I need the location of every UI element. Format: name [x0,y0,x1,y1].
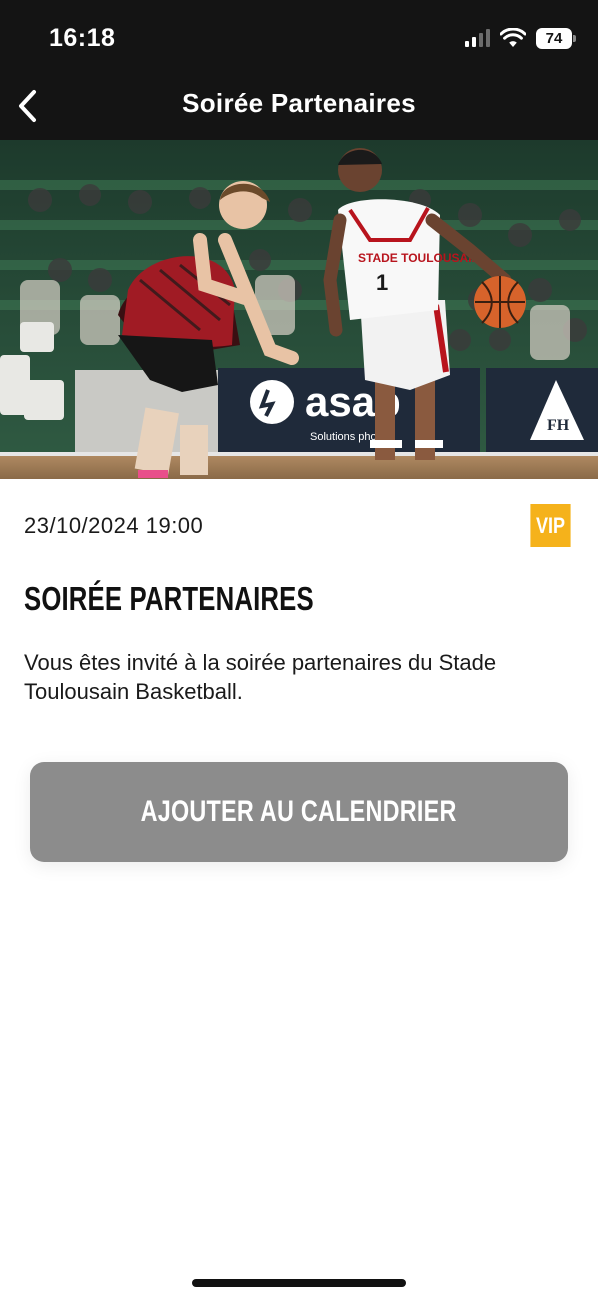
event-hero-image: asap Solutions photo FH STADE TOULOUSAIN… [0,140,598,479]
top-bar: 16:18 74 Soirée Partenaires [0,0,598,140]
event-detail-screen: 16:18 74 Soirée Partenaires asap Solutio… [0,0,598,1300]
jersey-team-text: STADE TOULOUSAIN [358,251,480,265]
vip-badge: VIP [530,504,571,547]
status-icons: 74 [465,26,576,50]
battery-icon: 74 [536,27,576,49]
add-to-calendar-button[interactable]: AJOUTER AU CALENDRIER [30,762,568,862]
add-to-calendar-label: AJOUTER AU CALENDRIER [140,795,458,828]
event-title: SOIRÉE PARTENAIRES [24,580,314,617]
home-indicator[interactable] [192,1279,406,1287]
event-datetime: 23/10/2024 19:00 [24,513,204,538]
jersey-number-text: 1 [376,270,388,295]
cellular-signal-icon [465,29,490,47]
status-time: 16:18 [49,24,116,52]
chevron-left-icon [19,90,36,122]
event-description: Vous êtes invité à la soirée partenaires… [24,650,497,704]
banner-right-text: FH [547,417,570,434]
wifi-icon [500,28,526,47]
page-title: Soirée Partenaires [182,88,416,118]
back-button[interactable] [10,88,46,124]
